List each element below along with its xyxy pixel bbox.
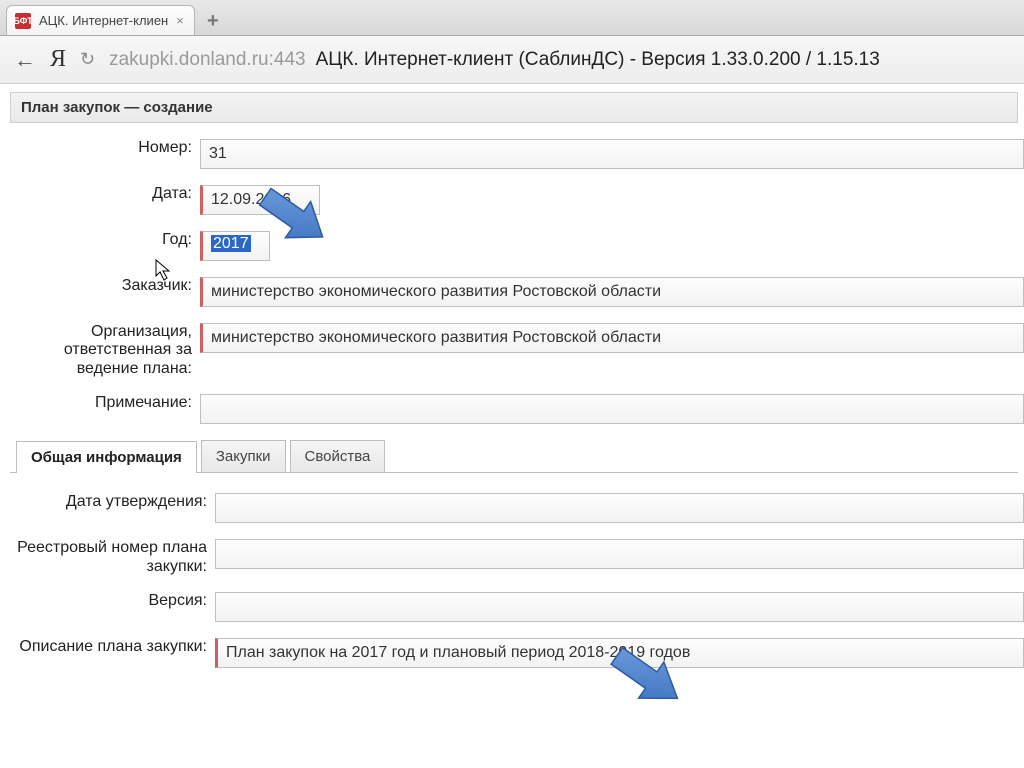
tab-general[interactable]: Общая информация (16, 441, 197, 473)
year-label: Год: (10, 231, 200, 249)
date-input[interactable] (200, 185, 320, 215)
year-selection: 2017 (211, 235, 251, 252)
back-icon[interactable]: ← (14, 47, 36, 73)
number-input[interactable] (200, 139, 1024, 169)
version-input[interactable] (215, 592, 1024, 622)
tab-purchases[interactable]: Закупки (201, 440, 286, 472)
approval-date-label: Дата утверждения: (10, 493, 215, 511)
description-input[interactable] (215, 638, 1024, 668)
url-host: zakupki.donland.ru:443 (109, 49, 305, 71)
reload-icon[interactable]: ↻ (80, 49, 95, 70)
year-input[interactable]: 2017 (200, 231, 270, 261)
browser-tabbar: БФТ АЦК. Интернет-клиен × + (0, 0, 1024, 36)
org-label: Организация, ответственная за ведение пл… (10, 323, 200, 378)
number-label: Номер: (10, 139, 200, 157)
tab-properties[interactable]: Свойства (290, 440, 386, 472)
tabstrip: Общая информация Закупки Свойства (10, 440, 1018, 473)
new-tab-button[interactable]: + (199, 7, 227, 35)
org-input[interactable] (200, 323, 1024, 353)
page-title: План закупок — создание (10, 92, 1018, 123)
customer-input[interactable] (200, 277, 1024, 307)
main-form: Номер: Дата: Год: 2017 Заказчик: Организ… (10, 139, 1024, 424)
customer-label: Заказчик: (10, 277, 200, 295)
general-tab-form: Дата утверждения: Реестровый номер плана… (10, 493, 1024, 668)
registry-label: Реестровый номер плана закупки: (10, 539, 215, 576)
browser-home-icon[interactable]: Я (50, 46, 66, 73)
url-title: АЦК. Интернет-клиент (СаблинДС) - Версия… (316, 49, 880, 71)
browser-tab-title: АЦК. Интернет-клиен (39, 13, 168, 28)
registry-input[interactable] (215, 539, 1024, 569)
page-body: План закупок — создание Номер: Дата: Год… (0, 84, 1024, 668)
url-field[interactable]: zakupki.donland.ru:443 АЦК. Интернет-кли… (109, 49, 1010, 71)
version-label: Версия: (10, 592, 215, 610)
date-label: Дата: (10, 185, 200, 203)
browser-addressbar: ← Я ↻ zakupki.donland.ru:443 АЦК. Интерн… (0, 36, 1024, 84)
description-label: Описание плана закупки: (10, 638, 215, 656)
close-tab-icon[interactable]: × (176, 13, 184, 28)
favicon-icon: БФТ (15, 13, 31, 29)
browser-tab[interactable]: БФТ АЦК. Интернет-клиен × (6, 5, 195, 35)
note-label: Примечание: (10, 394, 200, 412)
approval-date-input[interactable] (215, 493, 1024, 523)
note-input[interactable] (200, 394, 1024, 424)
